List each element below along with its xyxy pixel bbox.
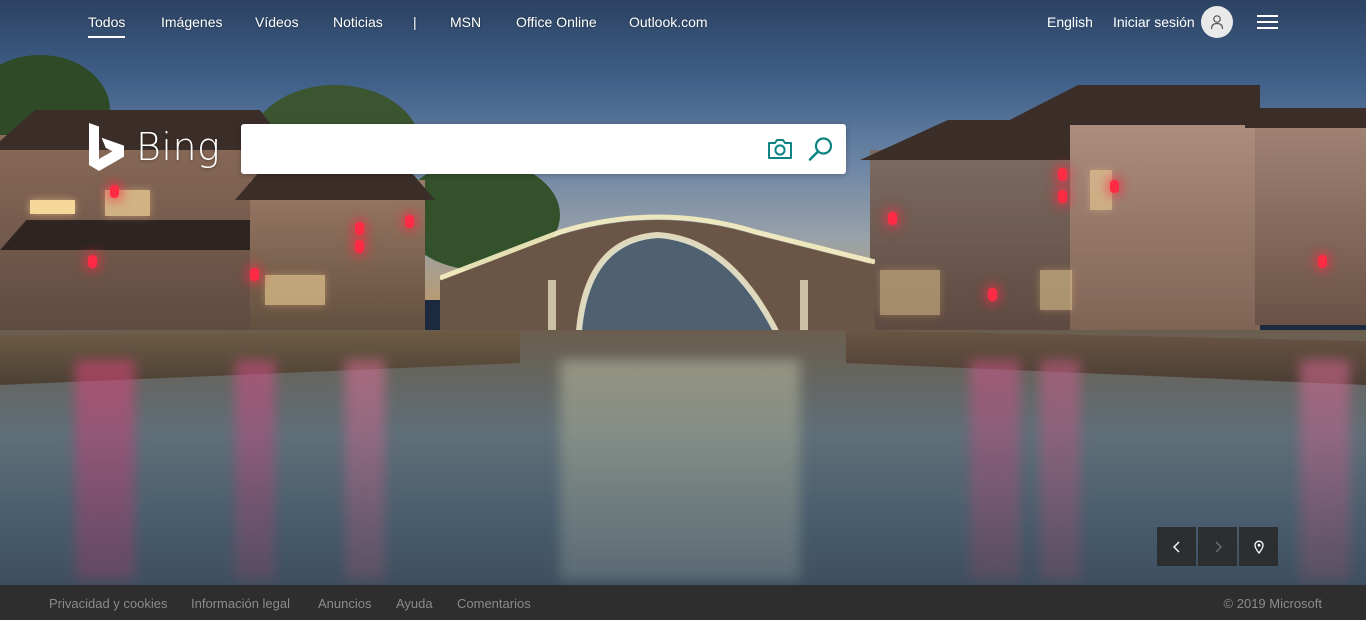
image-location-button[interactable] — [1239, 527, 1278, 566]
house-left — [250, 180, 425, 330]
search-icon — [808, 137, 833, 161]
search-box — [241, 124, 846, 174]
house-right — [1070, 110, 1260, 350]
reflection — [1300, 360, 1350, 580]
lantern — [1110, 180, 1119, 193]
copyright: © 2019 Microsoft — [1223, 596, 1322, 611]
roof — [235, 172, 435, 200]
lantern — [405, 215, 414, 228]
lantern — [1318, 255, 1327, 268]
language-link[interactable]: English — [1047, 14, 1093, 30]
nav-tab-imagenes[interactable]: Imágenes — [161, 14, 222, 30]
house-right — [1255, 115, 1366, 325]
sign-in-link[interactable]: Iniciar sesión — [1113, 14, 1195, 30]
chevron-right-icon — [1215, 541, 1222, 552]
nav-tab-videos[interactable]: Vídeos — [255, 14, 299, 30]
reflection — [1040, 360, 1080, 580]
footer-link-help[interactable]: Ayuda — [396, 596, 433, 611]
reflection — [560, 360, 800, 580]
footer-link-legal[interactable]: Información legal — [191, 596, 290, 611]
lit-window — [1090, 170, 1112, 210]
footer: Privacidad y cookies Información legal A… — [0, 585, 1366, 620]
nav-tab-noticias[interactable]: Noticias — [333, 14, 383, 30]
chevron-left-icon — [1172, 541, 1179, 552]
lantern — [110, 185, 119, 198]
reflection — [235, 360, 275, 580]
visual-search-button[interactable] — [766, 136, 794, 162]
bing-logo-text: Bing — [136, 125, 221, 169]
lantern — [988, 288, 997, 301]
nav-link-outlook[interactable]: Outlook.com — [629, 14, 708, 30]
nav-tab-todos[interactable]: Todos — [88, 14, 126, 38]
background-image — [0, 0, 1366, 585]
lantern — [355, 240, 364, 253]
footer-link-privacy[interactable]: Privacidad y cookies — [49, 596, 168, 611]
footer-link-feedback[interactable]: Comentarios — [457, 596, 531, 611]
nav-link-office-online[interactable]: Office Online — [516, 14, 597, 30]
lantern — [355, 222, 364, 235]
lit-window — [1040, 270, 1072, 310]
lantern — [250, 268, 259, 281]
top-navigation: Todos Imágenes Vídeos Noticias | MSN Off… — [0, 0, 1366, 44]
roof — [1245, 108, 1366, 128]
lit-window — [265, 275, 325, 305]
user-icon — [1210, 15, 1224, 30]
lantern — [1058, 168, 1067, 181]
reflection — [970, 360, 1020, 580]
nav-link-msn[interactable]: MSN — [450, 14, 481, 30]
lantern — [1058, 190, 1067, 203]
previous-image-button[interactable] — [1157, 527, 1196, 566]
hamburger-icon[interactable] — [1256, 13, 1280, 31]
next-image-button[interactable] — [1198, 527, 1237, 566]
nav-divider: | — [413, 14, 417, 30]
lit-window — [30, 200, 75, 214]
avatar[interactable] — [1201, 6, 1233, 38]
footer-link-ads[interactable]: Anuncios — [318, 596, 371, 611]
reflection — [345, 360, 385, 580]
search-input[interactable] — [253, 132, 757, 166]
lantern — [88, 255, 97, 268]
bing-logo[interactable]: Bing — [88, 122, 220, 174]
house-right — [870, 150, 1080, 350]
location-pin-icon — [1253, 540, 1264, 554]
search-button[interactable] — [807, 135, 835, 163]
arched-bridge — [440, 214, 875, 350]
reflection — [75, 360, 135, 580]
lantern — [888, 212, 897, 225]
bing-logo-icon — [89, 123, 124, 171]
lit-window — [880, 270, 940, 315]
camera-icon — [768, 139, 792, 159]
